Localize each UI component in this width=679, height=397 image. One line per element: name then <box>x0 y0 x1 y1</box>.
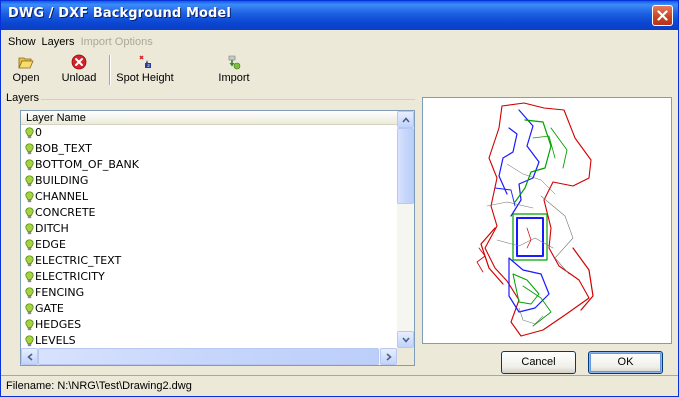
lightbulb-on-icon <box>25 239 34 251</box>
lightbulb-on-icon <box>25 255 34 267</box>
menu-import-options: Import Options <box>80 36 153 48</box>
chevron-down-icon <box>402 337 410 343</box>
vertical-scrollbar[interactable] <box>397 111 414 348</box>
horizontal-scroll-thumb[interactable] <box>38 348 379 365</box>
chevron-right-icon <box>386 353 392 361</box>
scroll-up-button[interactable] <box>397 111 414 128</box>
lightbulb-on-icon <box>25 175 34 187</box>
list-item[interactable]: HEDGES <box>21 317 397 333</box>
lightbulb-on-icon <box>25 287 34 299</box>
horizontal-scrollbar[interactable] <box>21 348 397 365</box>
list-item[interactable]: ELECTRICITY <box>21 269 397 285</box>
cancel-button[interactable]: Cancel <box>501 351 576 374</box>
scroll-corner <box>397 348 414 365</box>
layer-name: HEDGES <box>35 318 82 331</box>
window-title: DWG / DXF Background Model <box>8 6 231 21</box>
column-header-layer-name[interactable]: Layer Name <box>21 111 397 125</box>
list-item[interactable]: 0 <box>21 125 397 141</box>
list-item[interactable]: CONCRETE <box>21 205 397 221</box>
list-item[interactable]: BUILDING <box>21 173 397 189</box>
lightbulb-on-icon <box>25 271 34 283</box>
list-item[interactable]: BOTTOM_OF_BANK <box>21 157 397 173</box>
close-icon <box>657 10 668 21</box>
layer-name: ELECTRIC_TEXT <box>35 254 122 267</box>
lightbulb-on-icon <box>25 143 34 155</box>
layer-name: LEVELS <box>35 334 76 347</box>
lightbulb-on-icon <box>25 303 34 315</box>
list-item[interactable]: FENCING <box>21 285 397 301</box>
column-header-label: Layer Name <box>26 112 86 124</box>
status-bar: Filename: N:\NRG\Test\Drawing2.dwg <box>1 375 678 396</box>
layer-rows: 0 BOB_TEXT BOTTOM_OF_BANK BUILDING CHANNEL CO… <box>21 125 397 349</box>
layer-name: DITCH <box>35 222 69 235</box>
ok-button[interactable]: OK <box>588 351 663 374</box>
import-icon <box>228 55 241 70</box>
layer-name: FENCING <box>35 286 85 299</box>
layer-name: GATE <box>35 302 64 315</box>
layer-name: EDGE <box>35 238 66 251</box>
layer-name: BOTTOM_OF_BANK <box>35 158 139 171</box>
import-button[interactable]: Import <box>216 52 252 89</box>
list-item[interactable]: CHANNEL <box>21 189 397 205</box>
lightbulb-on-icon <box>25 207 34 219</box>
layer-name: CHANNEL <box>35 190 89 203</box>
red-x-icon <box>71 54 87 70</box>
menu-bar: Show Layers Import Options <box>1 34 678 50</box>
list-item[interactable]: BOB_TEXT <box>21 141 397 157</box>
spot-height-icon: 2 <box>139 55 151 68</box>
layers-list[interactable]: Layer Name 0 BOB_TEXT BOTTOM_OF_BANK BUILDI… <box>20 110 415 366</box>
layers-group-label: Layers <box>6 92 42 104</box>
lightbulb-on-icon <box>25 223 34 235</box>
list-item[interactable]: LEVELS <box>21 333 397 349</box>
layer-name: BOB_TEXT <box>35 142 92 155</box>
layers-group-border <box>5 99 415 100</box>
open-label: Open <box>12 72 40 84</box>
vertical-scroll-thumb[interactable] <box>397 128 414 204</box>
list-item[interactable]: DITCH <box>21 221 397 237</box>
spot-height-button[interactable]: 2 Spot Height <box>116 52 174 89</box>
scroll-right-button[interactable] <box>380 348 397 365</box>
lightbulb-on-icon <box>25 159 34 171</box>
title-bar[interactable]: DWG / DXF Background Model <box>1 1 678 30</box>
menu-show[interactable]: Show <box>5 34 39 50</box>
list-item[interactable]: GATE <box>21 301 397 317</box>
filename-status: Filename: N:\NRG\Test\Drawing2.dwg <box>6 380 192 392</box>
toolbar-separator <box>109 55 111 85</box>
unload-button[interactable]: Unload <box>57 52 101 89</box>
unload-label: Unload <box>61 72 97 84</box>
spot-height-label: Spot Height <box>116 72 174 84</box>
chevron-left-icon <box>27 353 33 361</box>
lightbulb-on-icon <box>25 127 34 139</box>
list-item[interactable]: EDGE <box>21 237 397 253</box>
layer-name: CONCRETE <box>35 206 96 219</box>
lightbulb-on-icon <box>25 191 34 203</box>
layer-name: ELECTRICITY <box>35 270 105 283</box>
open-button[interactable]: Open <box>9 52 43 89</box>
layer-name: BUILDING <box>35 174 89 187</box>
toolbar: Open Unload 2 Spot Height Import <box>3 52 676 90</box>
scroll-down-button[interactable] <box>397 331 414 348</box>
close-button[interactable] <box>652 5 673 26</box>
folder-open-icon <box>18 57 34 69</box>
lightbulb-on-icon <box>25 335 34 347</box>
dialog-window: DWG / DXF Background Model Show Layers Imp… <box>0 0 679 397</box>
list-item[interactable]: ELECTRIC_TEXT <box>21 253 397 269</box>
lightbulb-on-icon <box>25 319 34 331</box>
scroll-left-button[interactable] <box>21 348 38 365</box>
menu-layers[interactable]: Layers <box>39 34 78 50</box>
drawing-preview[interactable] <box>422 97 672 344</box>
cad-drawing-preview <box>476 102 594 337</box>
layer-name: 0 <box>35 126 42 139</box>
chevron-up-icon <box>402 117 410 123</box>
import-label: Import <box>218 72 250 84</box>
